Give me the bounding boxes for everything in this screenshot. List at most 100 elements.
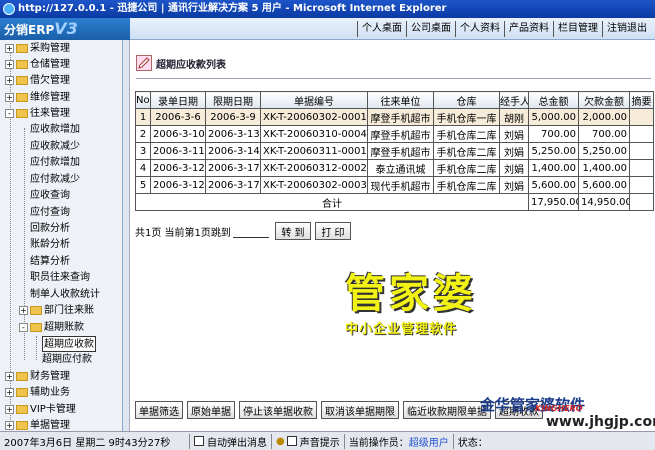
sidebar-item-receivable-add[interactable]: 应收款增加 xyxy=(30,122,80,138)
expand-icon[interactable]: + xyxy=(5,420,14,430)
col-header-doc-number[interactable]: 单据编号 xyxy=(260,91,368,109)
topnav-logout[interactable]: 注销退出 xyxy=(602,21,651,37)
sidebar-group-label: 辅助业务 xyxy=(30,387,70,398)
table-row[interactable]: 2 2006-3-10 2006-3-13 XK-T-20060310-0004… xyxy=(135,125,654,143)
sidebar-group-auxiliary[interactable]: + 辅助业务 xyxy=(5,385,70,401)
sidebar-group-label: VIP卡管理 xyxy=(30,404,76,415)
expand-icon[interactable]: + xyxy=(5,387,14,397)
table-row[interactable]: 1 2006-3-6 2006-3-9 XK-T-20060302-0001 摩… xyxy=(135,108,654,126)
cell-due-date: 2006-3-17 xyxy=(205,159,261,177)
collapse-icon[interactable]: - xyxy=(19,322,28,332)
sidebar-item-settlement-analysis[interactable]: 结算分析 xyxy=(30,254,70,270)
col-header-handler[interactable]: 经手人 xyxy=(499,91,529,109)
operator-label: 当前操作员： xyxy=(348,437,409,449)
expand-icon[interactable]: + xyxy=(5,75,14,85)
title-divider xyxy=(136,78,651,79)
cell-memo xyxy=(629,176,654,194)
sidebar-group-documents[interactable]: + 单据管理 xyxy=(5,418,70,431)
sidebar-group-storage[interactable]: + 仓储管理 xyxy=(5,57,70,73)
sidebar-group-loans[interactable]: + 借欠管理 xyxy=(5,73,70,89)
col-header-total[interactable]: 总金额 xyxy=(528,91,579,109)
original-document-button[interactable]: 原始单据 xyxy=(187,401,235,419)
expand-icon[interactable]: + xyxy=(5,59,14,69)
topnav-company-desktop[interactable]: 公司桌面 xyxy=(406,21,455,37)
sidebar-group-finance[interactable]: + 财务管理 xyxy=(5,369,70,385)
overdue-receivable-table: No. 录单日期 限期日期 单据编号 往来单位 仓库 经手人 总金额 欠款金额 … xyxy=(135,91,654,211)
sidebar-item-payment-analysis[interactable]: 回款分析 xyxy=(30,221,70,237)
col-header-no[interactable]: No. xyxy=(135,91,151,109)
expand-icon[interactable]: + xyxy=(5,404,14,414)
sidebar-item-overdue-payable[interactable]: 超期应付款 xyxy=(42,352,92,368)
auto-popup-toggle[interactable]: 自动弹出消息 xyxy=(190,433,272,449)
stop-collection-button[interactable]: 停止该单据收款 xyxy=(239,401,317,419)
sidebar-group-label: 维修管理 xyxy=(30,92,70,103)
sidebar-group-vip[interactable]: + VIP卡管理 xyxy=(5,402,76,418)
cell-entry-date: 2006-3-12 xyxy=(150,159,206,177)
cell-partner: 现代手机超市 xyxy=(367,176,434,194)
cell-handler: 刘娟 xyxy=(499,125,529,143)
col-header-debt[interactable]: 欠款金额 xyxy=(578,91,630,109)
col-header-entry-date[interactable]: 录单日期 xyxy=(150,91,206,109)
col-header-memo[interactable]: 摘要 xyxy=(629,91,654,109)
sidebar-subgroup-department[interactable]: + 部门往来账 xyxy=(19,303,94,319)
collapse-icon[interactable]: - xyxy=(5,108,14,118)
cell-debt: 2,000.00 xyxy=(578,108,630,126)
topnav-personal-info[interactable]: 个人资料 xyxy=(455,21,504,37)
sidebar-item-payable-add[interactable]: 应付款增加 xyxy=(30,155,80,171)
sidebar-item-collection-stats[interactable]: 制单人收款统计 xyxy=(30,287,100,303)
expand-icon[interactable]: + xyxy=(5,371,14,381)
sidebar-group-purchase[interactable]: + 采购管理 xyxy=(5,41,70,57)
topnav-column-manage[interactable]: 栏目管理 xyxy=(553,21,602,37)
auto-popup-checkbox[interactable] xyxy=(194,436,204,446)
status-state: 状态： xyxy=(454,434,492,449)
go-button[interactable]: 转 到 xyxy=(274,222,311,240)
print-button[interactable]: 打 印 xyxy=(314,222,351,240)
col-header-partner[interactable]: 往来单位 xyxy=(367,91,434,109)
cell-memo xyxy=(629,142,654,160)
table-row[interactable]: 5 2006-3-12 2006-3-17 XK-T-20060302-0003… xyxy=(135,176,654,194)
sound-toggle[interactable]: ● 声音提示 xyxy=(272,433,345,449)
cell-due-date: 2006-3-14 xyxy=(205,142,261,160)
sidebar-subgroup-overdue[interactable]: - 超期账款 xyxy=(19,320,84,336)
sidebar-splitter[interactable] xyxy=(123,40,130,431)
sound-checkbox[interactable] xyxy=(286,436,297,446)
folder-icon xyxy=(16,75,28,85)
folder-open-icon xyxy=(16,108,28,118)
sidebar-item-payable-query[interactable]: 应付查询 xyxy=(30,205,70,221)
logo-version: V3 xyxy=(54,19,78,38)
total-amount: 17,950.00 xyxy=(528,193,579,211)
folder-icon xyxy=(16,404,28,414)
sidebar-group-label: 往来管理 xyxy=(30,108,70,119)
topnav-personal-desktop[interactable]: 个人桌面 xyxy=(357,21,406,37)
sidebar-tree: + 采购管理 + 仓储管理 + 借欠管理 + 维修管理 - 往来管理 应收款增加 应收款减… xyxy=(0,40,123,431)
sidebar-group-accounts[interactable]: - 往来管理 xyxy=(5,106,70,122)
cell-due-date: 2006-3-13 xyxy=(205,125,261,143)
sidebar-group-repair[interactable]: + 维修管理 xyxy=(5,90,70,106)
auto-popup-label: 自动弹出消息 xyxy=(207,437,267,449)
cell-partner: 摩登手机超市 xyxy=(367,142,434,160)
sidebar-item-receivable-query[interactable]: 应收查询 xyxy=(30,188,70,204)
near-deadline-button[interactable]: 临近收款期限单据 xyxy=(403,401,491,419)
col-header-warehouse[interactable]: 仓库 xyxy=(433,91,500,109)
sidebar-item-payable-reduce[interactable]: 应付款减少 xyxy=(30,172,80,188)
sidebar-item-aging-analysis[interactable]: 账龄分析 xyxy=(30,237,70,253)
operator-name[interactable]: 超级用户 xyxy=(409,434,449,449)
sidebar-item-receivable-reduce[interactable]: 应收款减少 xyxy=(30,139,80,155)
sidebar-item-overdue-receivable[interactable]: 超期应收款 xyxy=(42,336,96,352)
cancel-deadline-button[interactable]: 取消该单据期限 xyxy=(321,401,399,419)
topnav-product-info[interactable]: 产品资料 xyxy=(504,21,553,37)
table-header-row: No. 录单日期 限期日期 单据编号 往来单位 仓库 经手人 总金额 欠款金额 … xyxy=(135,91,654,109)
folder-icon xyxy=(16,92,28,102)
sidebar-item-staff-query[interactable]: 职员往来查询 xyxy=(30,270,90,286)
filter-documents-button[interactable]: 单据筛选 xyxy=(135,401,183,419)
expand-icon[interactable]: + xyxy=(5,92,14,102)
page-jump-input[interactable] xyxy=(232,224,269,238)
expand-icon[interactable]: + xyxy=(19,305,28,315)
expand-icon[interactable]: + xyxy=(5,43,14,53)
col-header-due-date[interactable]: 限期日期 xyxy=(205,91,261,109)
cell-doc-number: XK-T-20060302-0001 xyxy=(260,108,368,126)
cell-debt: 1,400.00 xyxy=(578,159,630,177)
table-row[interactable]: 4 2006-3-12 2006-3-17 XK-T-20060312-0002… xyxy=(135,159,654,177)
table-row[interactable]: 3 2006-3-11 2006-3-14 XK-T-20060311-0001… xyxy=(135,142,654,160)
cell-partner: 泰立通讯城 xyxy=(367,159,434,177)
